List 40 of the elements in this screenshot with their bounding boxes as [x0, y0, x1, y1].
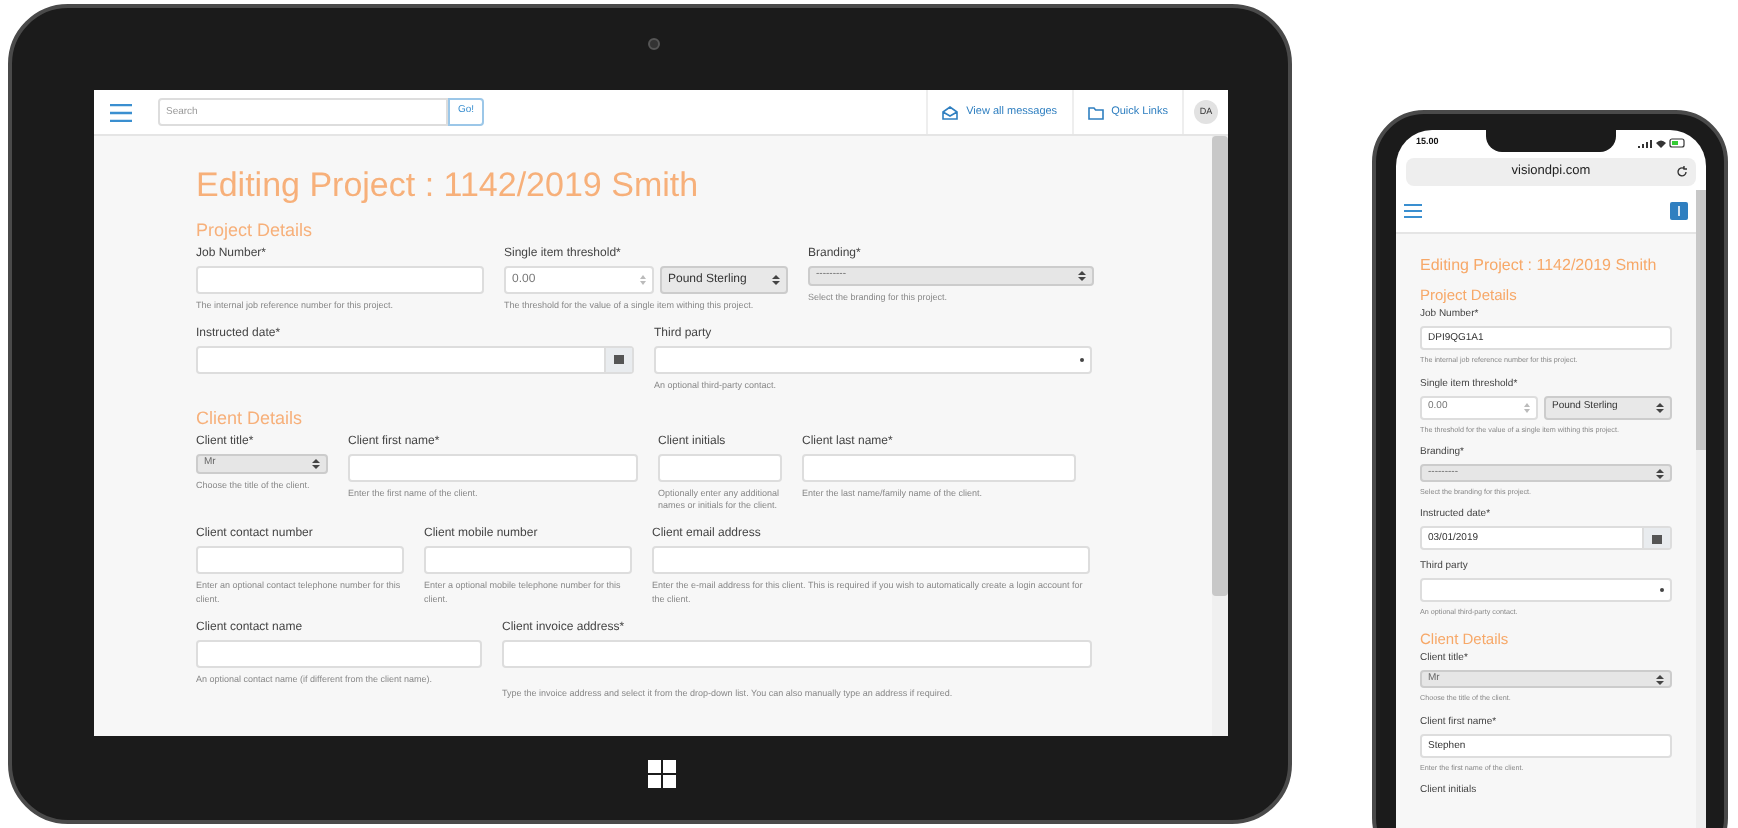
text-input[interactable] — [658, 453, 782, 481]
spinner-icon — [1524, 401, 1530, 414]
windows-logo-icon — [648, 760, 676, 788]
text-input[interactable] — [348, 453, 638, 481]
spinner-icon — [640, 274, 646, 286]
scrollbar[interactable] — [1696, 190, 1706, 828]
section-heading: Project Details — [196, 222, 315, 240]
page-title: Editing Project : 1142/2019 Smith — [196, 168, 701, 202]
menu-icon[interactable] — [1404, 204, 1422, 218]
folder-icon — [1087, 105, 1104, 119]
select-arrows-icon — [772, 274, 780, 286]
text-input[interactable] — [502, 639, 1092, 667]
menu-icon[interactable] — [110, 103, 132, 121]
select-arrows-icon — [312, 457, 320, 469]
calendar-icon — [614, 354, 624, 365]
text-input[interactable] — [196, 266, 484, 294]
text-input[interactable] — [652, 546, 1090, 574]
combo-field[interactable] — [1420, 578, 1672, 603]
status-icons — [1638, 137, 1686, 147]
notch — [1486, 130, 1616, 152]
select-arrows-icon — [1656, 673, 1664, 686]
camera-icon — [648, 38, 660, 50]
date-input[interactable] — [196, 345, 634, 374]
select-arrows-icon — [1656, 467, 1664, 480]
calendar-icon — [1652, 533, 1662, 544]
envelope-icon — [942, 105, 959, 119]
text-input[interactable] — [196, 639, 482, 667]
select-arrows-icon — [1078, 270, 1086, 282]
text-input[interactable] — [424, 546, 632, 574]
section-heading: Client Details — [196, 409, 305, 427]
scrollbar[interactable] — [1212, 136, 1228, 736]
info-button[interactable] — [1670, 202, 1688, 220]
combo-field[interactable] — [654, 345, 1092, 374]
calendar-button[interactable] — [604, 347, 632, 372]
page-title: Editing Project : 1142/2019 Smith — [1420, 258, 1659, 276]
reload-icon[interactable] — [1676, 166, 1688, 178]
text-input[interactable] — [196, 546, 404, 574]
text-input[interactable] — [802, 453, 1076, 481]
calendar-button[interactable] — [1642, 528, 1670, 549]
select-arrows-icon — [1656, 401, 1664, 414]
